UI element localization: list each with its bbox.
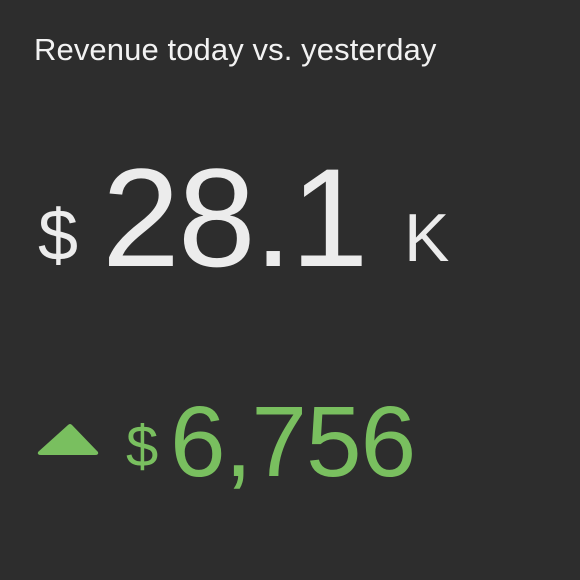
tile-title: Revenue today vs. yesterday: [34, 32, 437, 67]
triangle-up-icon: [37, 424, 99, 455]
delta-value: 6,756: [170, 386, 416, 498]
delta-arrow-shape: [37, 424, 99, 455]
kpi-tile: Revenue today vs. yesterday $ 28.1 K $ 6…: [0, 0, 580, 580]
delta-currency-symbol: $: [126, 414, 159, 479]
value-suffix: K: [404, 200, 450, 276]
currency-symbol: $: [38, 196, 79, 276]
main-value: 28.1: [102, 139, 368, 296]
